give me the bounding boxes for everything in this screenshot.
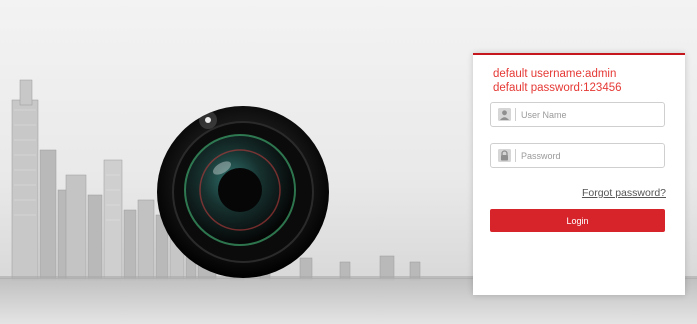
camera-lens-illustration bbox=[157, 106, 329, 278]
login-button[interactable]: Login bbox=[490, 209, 665, 232]
default-username-notice: default username:admin bbox=[493, 68, 617, 80]
username-field[interactable] bbox=[490, 102, 665, 127]
password-field[interactable] bbox=[490, 143, 665, 168]
login-panel: default username:admin default password:… bbox=[473, 53, 685, 295]
username-input[interactable] bbox=[521, 105, 659, 124]
user-icon bbox=[498, 108, 511, 121]
forgot-password-link[interactable]: Forgot password? bbox=[582, 187, 666, 199]
default-password-notice: default password:123456 bbox=[493, 82, 622, 94]
field-divider bbox=[515, 149, 516, 162]
lock-icon bbox=[498, 149, 511, 162]
password-input[interactable] bbox=[521, 146, 659, 165]
field-divider bbox=[515, 108, 516, 121]
